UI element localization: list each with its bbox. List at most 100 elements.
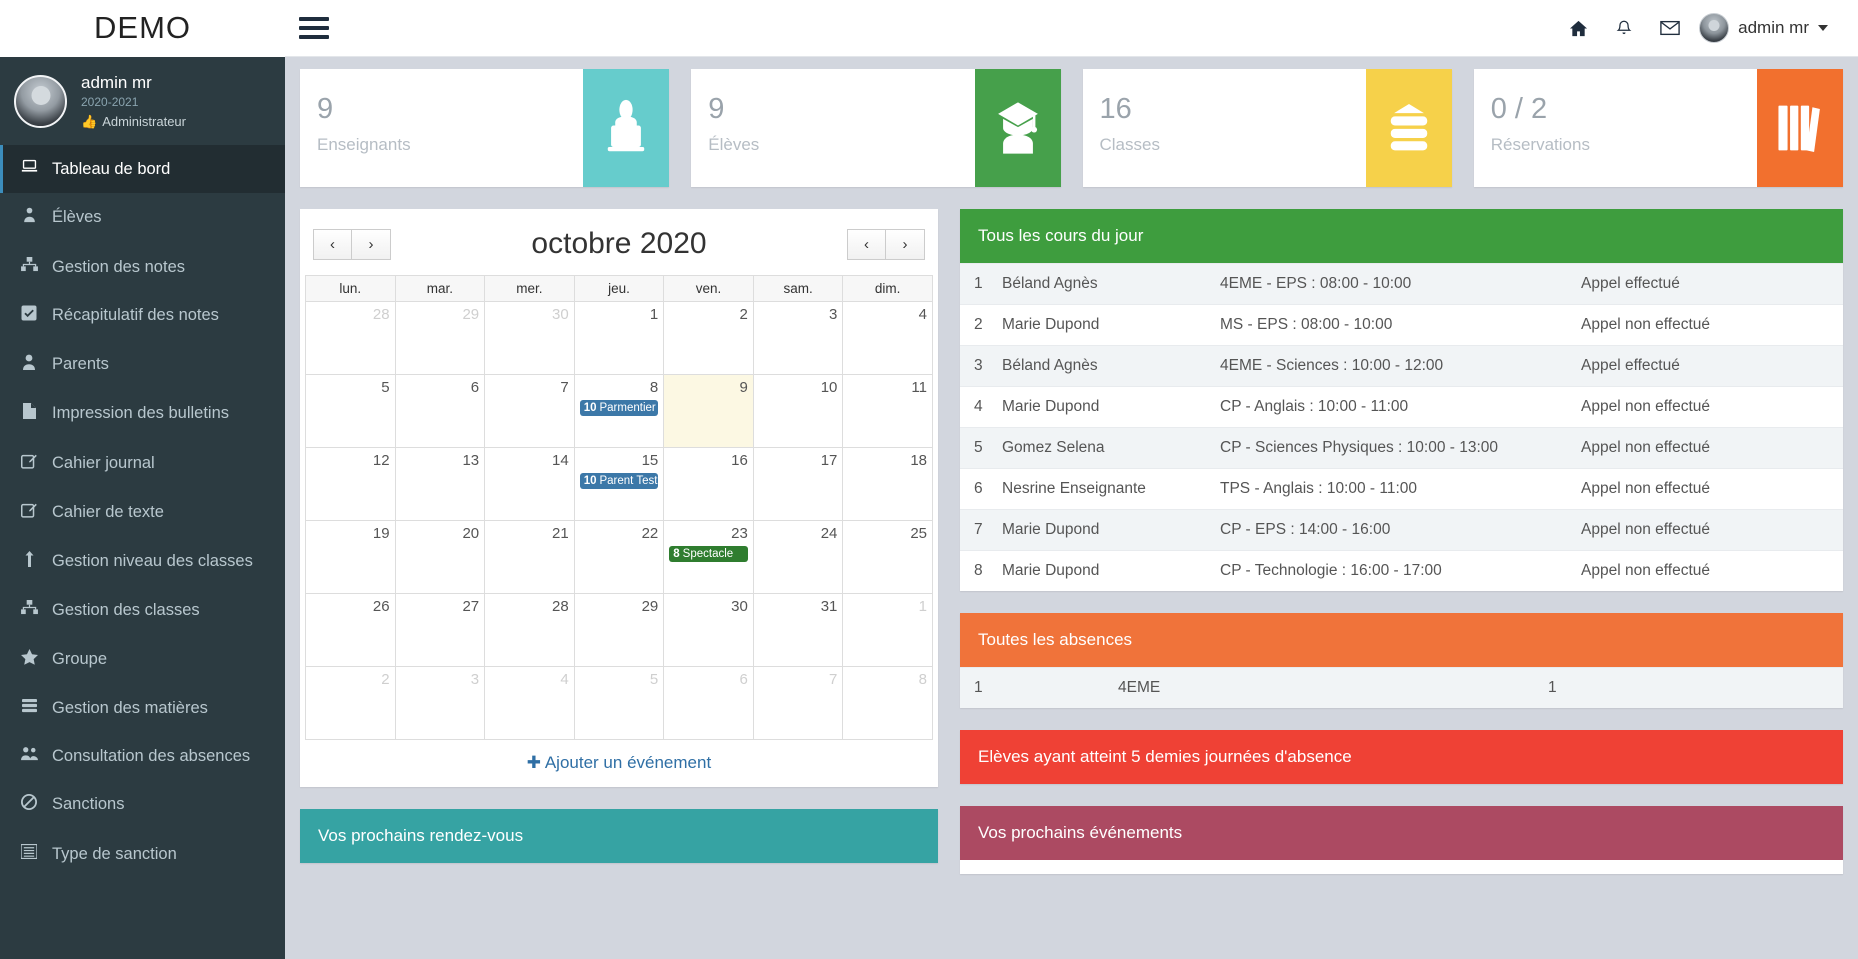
sidebar-item-consultation-des-absences[interactable]: Consultation des absences xyxy=(0,732,285,780)
calendar-day-cell[interactable]: 3 xyxy=(394,666,486,740)
calendar-day-cell[interactable]: 17 xyxy=(752,447,844,521)
calendar-day-cell[interactable]: 7 xyxy=(752,666,844,740)
calendar-day-number: 8 xyxy=(918,671,927,688)
calendar-day-cell[interactable]: 14 xyxy=(484,447,575,521)
calendar-day-cell[interactable]: 12 xyxy=(305,447,396,521)
course-link[interactable]: CP - Anglais : 10:00 - 11:00 xyxy=(1212,386,1573,428)
calendar-event[interactable]: 10 Parmentier xyxy=(579,400,659,416)
home-icon[interactable] xyxy=(1555,0,1601,57)
calendar-day-cell[interactable]: 1 xyxy=(573,301,665,375)
sidebar-item-parents[interactable]: Parents xyxy=(0,340,285,389)
sidebar-user-role: 👍 Administrateur xyxy=(81,110,186,130)
threshold-panel: Elèves ayant atteint 5 demies journées d… xyxy=(960,730,1843,784)
calendar-day-cell[interactable]: 6 xyxy=(394,374,486,448)
sidebar-item-gestion-des-classes[interactable]: Gestion des classes xyxy=(0,586,285,634)
sidebar-item-impression-des-bulletins[interactable]: Impression des bulletins xyxy=(0,389,285,438)
stat-card-enseignants[interactable]: 9 Enseignants xyxy=(300,69,670,187)
absence-count-link[interactable]: 1 xyxy=(1540,667,1843,708)
calendar-next-button-left[interactable]: › xyxy=(352,228,391,260)
sidebar-item-r-capitulatif-des-notes[interactable]: Récapitulatif des notes xyxy=(0,291,285,340)
calendar-day-cell[interactable]: 2 xyxy=(305,666,396,740)
brand-logo[interactable]: DEMO xyxy=(0,0,285,57)
sidebar-toggle-button[interactable] xyxy=(285,0,343,57)
course-link[interactable]: CP - Sciences Physiques : 10:00 - 13:00 xyxy=(1212,427,1573,469)
course-index: 7 xyxy=(960,509,994,551)
course-index: 4 xyxy=(960,386,994,428)
course-link[interactable]: CP - EPS : 14:00 - 16:00 xyxy=(1212,509,1573,551)
user-menu[interactable]: admin mr xyxy=(1693,13,1836,43)
calendar-prev-button-left[interactable]: ‹ xyxy=(313,228,352,260)
calendar-event[interactable]: 8 Spectacle xyxy=(669,546,748,562)
calendar-day-cell[interactable]: 29 xyxy=(394,301,486,375)
add-event-button[interactable]: ✚ Ajouter un événement xyxy=(305,740,933,787)
course-link[interactable]: MS - EPS : 08:00 - 10:00 xyxy=(1212,304,1573,346)
calendar-day-cell[interactable]: 29 xyxy=(573,593,665,667)
stat-card-classes[interactable]: 16 Classes xyxy=(1082,69,1452,187)
sidebar-item-label: Élèves xyxy=(52,208,102,227)
calendar-next-button-right[interactable]: › xyxy=(886,228,925,260)
calendar-day-cell[interactable]: 26 xyxy=(305,593,396,667)
calendar-day-cell[interactable]: 20 xyxy=(394,520,486,594)
calendar-day-cell[interactable]: 18 xyxy=(842,447,933,521)
calendar-day-cell[interactable]: 30 xyxy=(484,301,575,375)
sidebar-item-sanctions[interactable]: Sanctions xyxy=(0,780,285,829)
calendar-day-cell[interactable]: 24 xyxy=(752,520,844,594)
sidebar-item-gestion-des-mati-res[interactable]: Gestion des matières xyxy=(0,684,285,732)
calendar-day-cell[interactable]: 6 xyxy=(663,666,754,740)
calendar-day-cell[interactable]: 4 xyxy=(842,301,933,375)
sidebar-item-cahier-journal[interactable]: Cahier journal xyxy=(0,439,285,488)
calendar-day-cell[interactable]: 1 xyxy=(842,593,933,667)
course-link[interactable]: TPS - Anglais : 10:00 - 11:00 xyxy=(1212,468,1573,510)
sidebar-item-cahier-de-texte[interactable]: Cahier de texte xyxy=(0,488,285,537)
bell-icon[interactable] xyxy=(1601,0,1647,57)
calendar-day-cell[interactable]: 27 xyxy=(394,593,486,667)
stat-card-l-ves[interactable]: 9 Élèves xyxy=(691,69,1061,187)
calendar-day-cell[interactable]: 4 xyxy=(484,666,575,740)
calendar-day-cell[interactable]: 5 xyxy=(305,374,396,448)
course-link[interactable]: CP - Technologie : 16:00 - 17:00 xyxy=(1212,550,1573,591)
sidebar-item-gestion-niveau-des-classes[interactable]: Gestion niveau des classes xyxy=(0,537,285,586)
calendar-day-cell[interactable]: 10 xyxy=(752,374,844,448)
stat-card-r-servations[interactable]: 0 / 2 Réservations xyxy=(1473,69,1843,187)
calendar-day-cell[interactable]: 23 8 Spectacle xyxy=(663,520,754,594)
calendar-day-cell[interactable]: 21 xyxy=(484,520,575,594)
sidebar-item-label: Groupe xyxy=(52,649,108,668)
courses-table: 1 Béland Agnès 4EME - EPS : 08:00 - 10:00 A… xyxy=(960,263,1843,591)
sidebar-item-tableau-de-bord[interactable]: Tableau de bord xyxy=(0,145,285,194)
calendar-day-cell[interactable]: 15 10 Parent Test xyxy=(573,447,665,521)
calendar-day-cell[interactable]: 16 xyxy=(663,447,754,521)
hamburger-bar xyxy=(299,35,329,39)
calendar-day-cell[interactable]: 2 xyxy=(663,301,754,375)
sidebar-item-gestion-des-notes[interactable]: Gestion des notes xyxy=(0,243,285,291)
sitemap-icon xyxy=(18,599,40,621)
calendar-day-cell[interactable]: 9 xyxy=(663,374,754,448)
calendar-weekday: mar. xyxy=(394,275,486,302)
sidebar-item-groupe[interactable]: Groupe xyxy=(0,635,285,684)
stat-label: Enseignants xyxy=(317,135,411,154)
calendar-day-cell[interactable]: 31 xyxy=(752,593,844,667)
calendar-nav-left: ‹ › xyxy=(313,228,391,260)
calendar-day-cell[interactable]: 8 10 Parmentier xyxy=(573,374,665,448)
calendar-day-cell[interactable]: 7 xyxy=(484,374,575,448)
calendar-day-cell[interactable]: 3 xyxy=(752,301,844,375)
calendar-day-cell[interactable]: 22 xyxy=(573,520,665,594)
calendar-day-cell[interactable]: 19 xyxy=(305,520,396,594)
course-link[interactable]: 4EME - EPS : 08:00 - 10:00 xyxy=(1212,263,1573,305)
sidebar-item-l-ves[interactable]: Élèves xyxy=(0,193,285,242)
calendar-day-cell[interactable]: 25 xyxy=(842,520,933,594)
calendar-day-cell[interactable]: 5 xyxy=(573,666,665,740)
calendar-day-cell[interactable]: 13 xyxy=(394,447,486,521)
calendar-event[interactable]: 10 Parent Test xyxy=(579,473,659,489)
calendar-day-cell[interactable]: 28 xyxy=(305,301,396,375)
course-status: Appel non effectué xyxy=(1573,509,1843,551)
calendar-day-cell[interactable]: 11 xyxy=(842,374,933,448)
calendar-day-cell[interactable]: 8 xyxy=(842,666,933,740)
course-link[interactable]: 4EME - Sciences : 10:00 - 12:00 xyxy=(1212,345,1573,387)
envelope-icon[interactable] xyxy=(1647,0,1693,57)
calendar-day-number: 5 xyxy=(381,379,390,396)
calendar-day-cell[interactable]: 30 xyxy=(663,593,754,667)
calendar-week-row: 19 20 21 22 23 8 Spectacle 24 25 xyxy=(305,520,933,594)
sidebar-item-type-de-sanction[interactable]: Type de sanction xyxy=(0,830,285,878)
calendar-day-cell[interactable]: 28 xyxy=(484,593,575,667)
calendar-prev-button-right[interactable]: ‹ xyxy=(847,228,886,260)
